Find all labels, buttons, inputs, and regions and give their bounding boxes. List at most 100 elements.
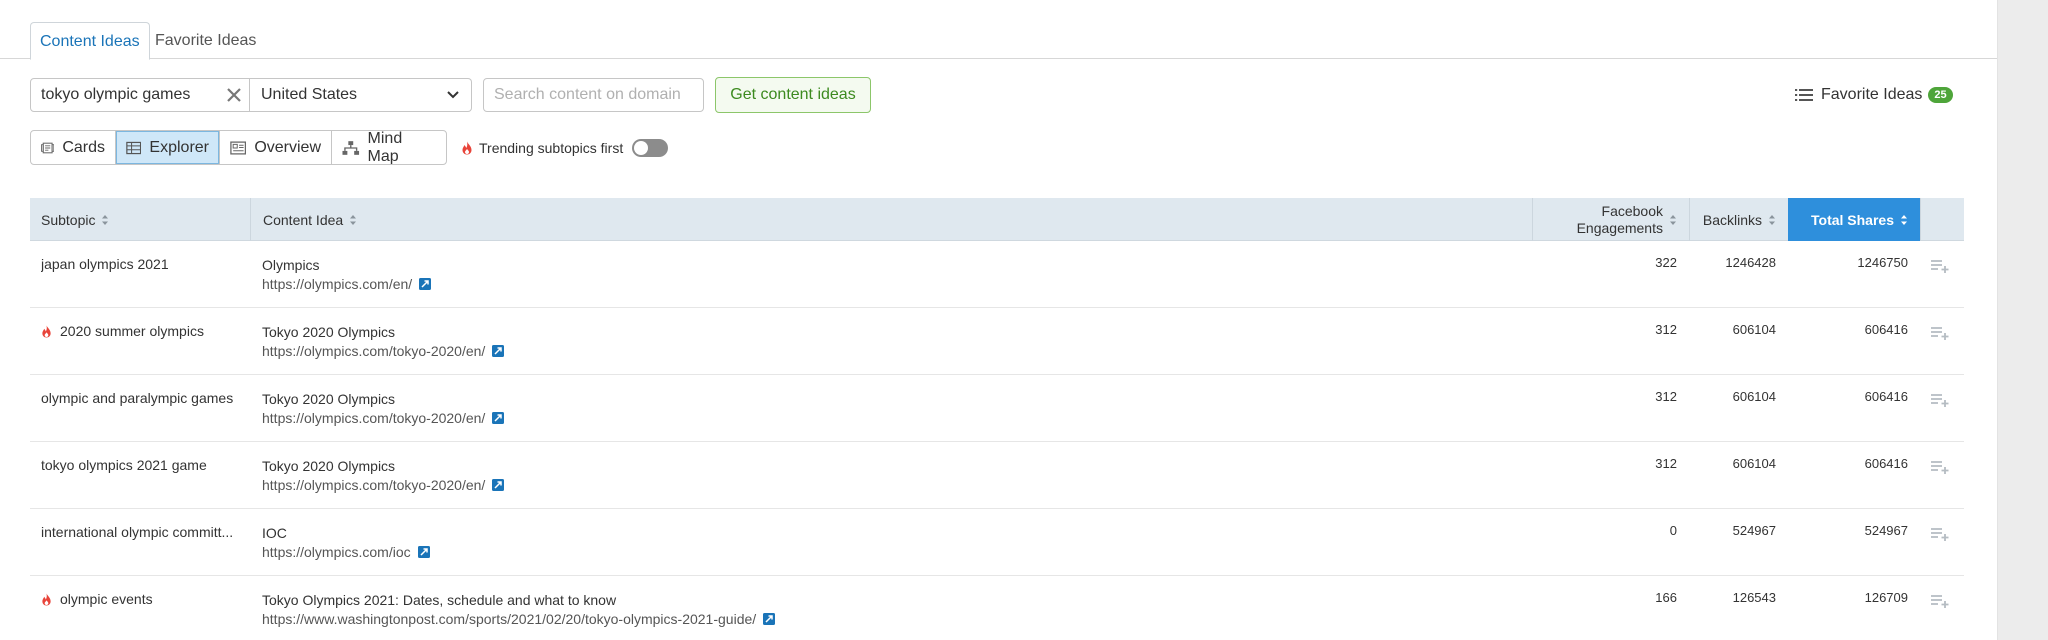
backlinks-value: 606104: [1732, 456, 1776, 471]
app-window: Content Ideas Favorite Ideas United Stat…: [0, 0, 1997, 640]
facebook-engagements-value: 312: [1655, 456, 1677, 471]
add-to-favorites-icon[interactable]: [1930, 325, 1950, 341]
fire-icon: [462, 141, 472, 155]
favorite-count-badge: 25: [1928, 87, 1953, 103]
idea-url-link[interactable]: https://olympics.com/tokyo-2020/en/: [262, 408, 505, 428]
total-shares-value: 126709: [1864, 590, 1908, 605]
total-shares-value: 524967: [1864, 523, 1908, 538]
idea-url-link[interactable]: https://olympics.com/tokyo-2020/en/: [262, 475, 505, 495]
subtopic-cell[interactable]: 2020 summer olympics: [41, 323, 241, 339]
idea-url-text: https://olympics.com/en/: [262, 276, 413, 292]
total-shares-value: 1246750: [1857, 255, 1908, 270]
idea-title: Tokyo 2020 Olympics: [262, 391, 396, 407]
subtopic-cell[interactable]: olympic events: [41, 591, 241, 607]
domain-search-input[interactable]: [483, 78, 704, 112]
view-mind-map-button[interactable]: Mind Map: [332, 131, 446, 164]
sort-icon: [1901, 214, 1907, 225]
view-explorer-button[interactable]: Explorer: [116, 131, 220, 164]
backlinks-value: 126543: [1732, 590, 1776, 605]
idea-url-text: https://olympics.com/tokyo-2020/en/: [262, 343, 486, 359]
table-row: tokyo olympics 2021 game Tokyo 2020 Olym…: [30, 442, 1964, 509]
header-subtopic[interactable]: Subtopic: [41, 198, 109, 241]
add-to-favorites-icon[interactable]: [1930, 459, 1950, 475]
idea-url-link[interactable]: https://olympics.com/en/: [262, 274, 432, 294]
idea-url-link[interactable]: https://olympics.com/tokyo-2020/en/: [262, 341, 505, 361]
view-overview-button[interactable]: Overview: [220, 131, 332, 164]
backlinks-value: 606104: [1732, 322, 1776, 337]
tab-content-ideas[interactable]: Content Ideas: [30, 22, 150, 60]
sitemap-icon: [342, 140, 360, 155]
external-link-icon[interactable]: [492, 412, 505, 424]
subtopic-text: japan olympics 2021: [41, 256, 169, 272]
content-idea-cell: Tokyo 2020 Olympics https://olympics.com…: [262, 323, 505, 361]
view-explorer-label: Explorer: [149, 138, 209, 156]
subtopic-cell[interactable]: japan olympics 2021: [41, 256, 241, 272]
header-backlinks[interactable]: Backlinks: [1689, 198, 1788, 241]
trending-label: Trending subtopics first: [479, 140, 624, 156]
subtopic-cell[interactable]: olympic and paralympic games: [41, 390, 241, 406]
content-idea-cell: Olympics https://olympics.com/en/: [262, 256, 432, 294]
backlinks-value: 606104: [1732, 389, 1776, 404]
add-to-favorites-icon[interactable]: [1930, 258, 1950, 274]
toggle-knob: [634, 141, 649, 155]
tab-favorite-ideas[interactable]: Favorite Ideas: [146, 22, 265, 59]
topic-search-input[interactable]: [31, 79, 211, 111]
header-facebook-engagements[interactable]: Facebook Engagements: [1532, 198, 1689, 241]
subtopic-cell[interactable]: international olympic committ...: [41, 524, 241, 540]
favorite-ideas-link[interactable]: Favorite Ideas 25: [1795, 84, 1953, 106]
view-switch: Cards Explorer Overview Mind Map: [30, 130, 447, 165]
subtopic-cell[interactable]: tokyo olympics 2021 game: [41, 457, 241, 473]
cards-icon: [41, 142, 55, 153]
add-to-favorites-icon[interactable]: [1930, 526, 1950, 542]
facebook-engagements-value: 312: [1655, 389, 1677, 404]
sort-icon: [1769, 214, 1775, 225]
add-to-favorites-icon[interactable]: [1930, 593, 1950, 609]
content-idea-cell: Tokyo 2020 Olympics https://olympics.com…: [262, 457, 505, 495]
idea-title: Tokyo 2020 Olympics: [262, 324, 396, 340]
external-link-icon[interactable]: [419, 278, 432, 290]
backlinks-value: 524967: [1732, 523, 1776, 538]
facebook-engagements-value: 322: [1655, 255, 1677, 270]
view-overview-label: Overview: [254, 138, 321, 156]
table-row: 2020 summer olympics Tokyo 2020 Olympics…: [30, 308, 1964, 375]
header-content-idea[interactable]: Content Idea: [250, 198, 357, 241]
backlinks-value: 1246428: [1725, 255, 1776, 270]
external-link-icon[interactable]: [492, 345, 505, 357]
tab-bar: Content Ideas Favorite Ideas: [0, 0, 1997, 60]
external-link-icon[interactable]: [492, 479, 505, 491]
header-total-shares[interactable]: Total Shares: [1788, 198, 1920, 241]
get-content-ideas-button[interactable]: Get content ideas: [715, 77, 871, 113]
page-scrollbar[interactable]: [1997, 0, 2048, 640]
header-subtopic-label: Subtopic: [41, 211, 96, 228]
sort-icon: [102, 214, 109, 225]
total-shares-value: 606416: [1864, 389, 1908, 404]
overview-icon: [230, 140, 247, 155]
view-cards-button[interactable]: Cards: [31, 131, 116, 164]
idea-url-link[interactable]: https://olympics.com/ioc: [262, 542, 430, 562]
table-row: international olympic committ... IOC htt…: [30, 509, 1964, 576]
country-select[interactable]: United States: [250, 78, 472, 112]
total-shares-value: 606416: [1864, 456, 1908, 471]
idea-url-text: https://olympics.com/ioc: [262, 544, 411, 560]
fire-icon: [42, 325, 51, 337]
subtopic-text: tokyo olympics 2021 game: [41, 457, 207, 473]
trending-toggle[interactable]: [632, 139, 669, 157]
header-facebook-line1: Facebook: [1601, 202, 1663, 219]
content-ideas-table: Subtopic Content Idea Facebook Engagemen…: [30, 198, 1964, 640]
list-icon: [1795, 89, 1813, 101]
header-backlinks-label: Backlinks: [1702, 211, 1762, 228]
external-link-icon[interactable]: [417, 546, 430, 558]
header-actions: [1920, 198, 1964, 241]
close-icon[interactable]: [223, 84, 245, 106]
add-to-favorites-icon[interactable]: [1930, 392, 1950, 408]
idea-title: Tokyo 2020 Olympics: [262, 458, 396, 474]
content-idea-cell: Tokyo Olympics 2021: Dates, schedule and…: [262, 591, 776, 629]
chevron-down-icon: [447, 91, 459, 99]
view-mind-map-label: Mind Map: [367, 130, 403, 165]
external-link-icon[interactable]: [763, 613, 776, 625]
idea-url-link[interactable]: https://www.washingtonpost.com/sports/20…: [262, 609, 776, 629]
subtopic-text: olympic events: [60, 591, 153, 607]
header-facebook-line2: Engagements: [1576, 219, 1663, 236]
country-select-value: United States: [261, 86, 358, 103]
table-header: Subtopic Content Idea Facebook Engagemen…: [30, 198, 1964, 241]
